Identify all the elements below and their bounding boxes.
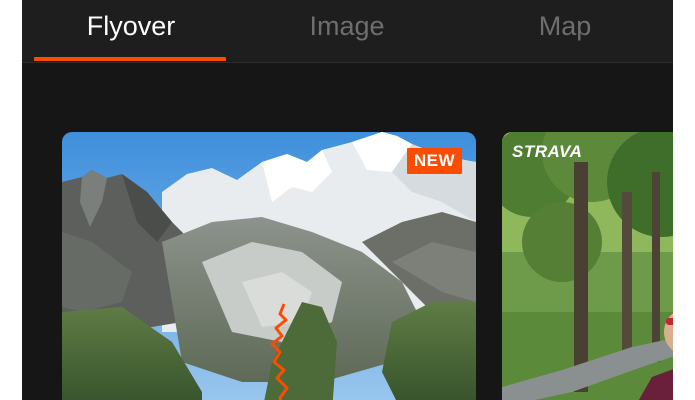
- tab-map[interactable]: Map: [470, 8, 660, 44]
- strava-logo: STRAVA: [512, 142, 583, 161]
- tab-flyover[interactable]: Flyover: [36, 8, 226, 44]
- new-badge: NEW: [406, 148, 462, 174]
- flyover-card[interactable]: NEW: [62, 132, 476, 400]
- active-tab-indicator: [34, 57, 226, 61]
- share-tab-bar: Flyover Image Map: [22, 0, 673, 63]
- share-screen: Flyover Image Map NEW STRAVA: [22, 0, 673, 400]
- tab-image[interactable]: Image: [252, 8, 442, 44]
- image-card[interactable]: STRAVA: [502, 132, 673, 400]
- park-selfie-image: [502, 132, 673, 400]
